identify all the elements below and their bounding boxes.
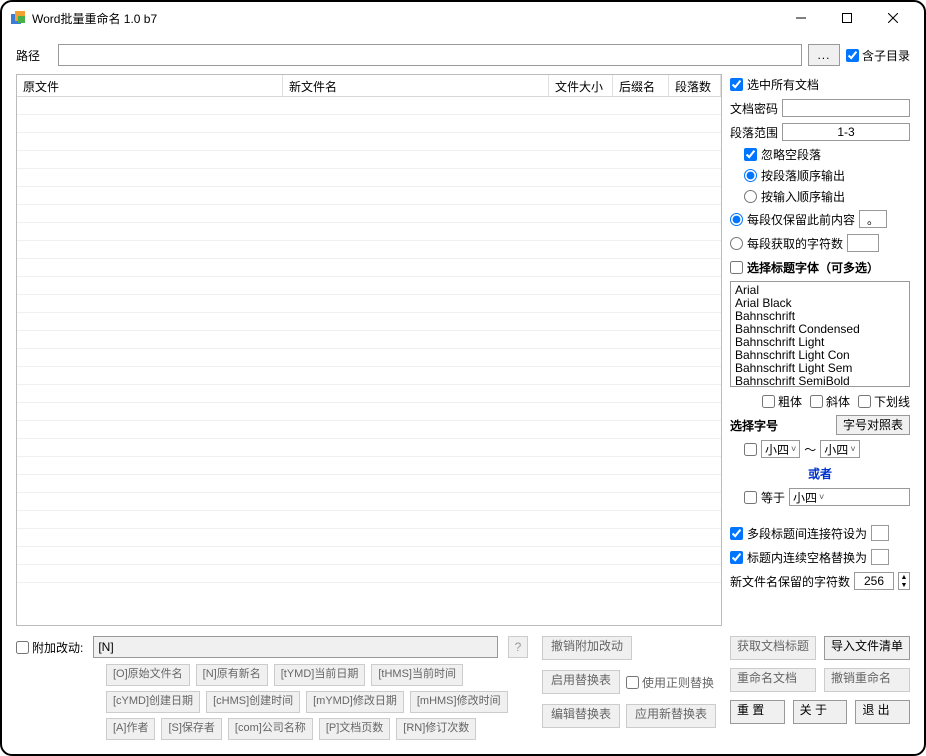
tag-button[interactable]: [mYMD]修改日期 [306, 691, 404, 713]
undo-rename-button[interactable]: 撤销重命名 [824, 668, 910, 692]
select-all-checkbox[interactable]: 选中所有文档 [730, 74, 910, 94]
radio-para-order[interactable]: 按段落顺序输出 [730, 167, 910, 184]
spaces-checkbox[interactable] [730, 551, 743, 564]
tag-button[interactable]: [O]原始文件名 [106, 664, 190, 686]
para-range-label: 段落范围 [730, 124, 778, 141]
or-label: 或者 [808, 465, 832, 482]
keep-before-input[interactable] [859, 210, 887, 228]
connector-input[interactable] [871, 525, 889, 541]
radio-keep-before[interactable] [730, 213, 743, 226]
chars-each-input[interactable] [847, 234, 879, 252]
size-equal-select[interactable]: 小四 [789, 488, 910, 506]
use-regex-checkbox[interactable]: 使用正则替换 [626, 674, 714, 691]
tag-button[interactable]: [cHMS]创建时间 [206, 691, 300, 713]
tag-button[interactable]: [mHMS]修改时间 [410, 691, 508, 713]
apply-replace-button[interactable]: 应用新替换表 [626, 704, 716, 728]
underline-checkbox[interactable]: 下划线 [858, 393, 910, 410]
minimize-button[interactable] [778, 3, 824, 33]
include-subdir-checkbox[interactable]: 含子目录 [846, 47, 910, 64]
tag-button[interactable]: [tHMS]当前时间 [371, 664, 463, 686]
size-to-select[interactable]: 小四 [820, 440, 859, 458]
size-from-select[interactable]: 小四 [761, 440, 800, 458]
tag-button[interactable]: [com]公司名称 [228, 718, 313, 740]
col-para[interactable]: 段落数 [669, 75, 721, 96]
font-option[interactable]: Bahnschrift SemiBold [735, 375, 905, 387]
col-ext[interactable]: 后缀名 [613, 75, 669, 96]
enable-replace-button[interactable]: 启用替换表 [542, 670, 620, 694]
doc-pwd-input[interactable] [782, 99, 910, 117]
tag-buttons: [O]原始文件名 [N]原有新名 [tYMD]当前日期[tHMS]当前时间 [cYMD… [16, 664, 528, 740]
tag-button[interactable]: [RN]修订次数 [396, 718, 476, 740]
radio-chars-each[interactable] [730, 237, 743, 250]
reset-button[interactable]: 重 置 [730, 700, 785, 724]
choose-font-checkbox[interactable]: 选择标题字体（可多选） [730, 257, 910, 277]
size-range-checkbox[interactable] [744, 443, 757, 456]
addmod-input[interactable] [93, 636, 498, 658]
italic-checkbox[interactable]: 斜体 [810, 393, 850, 410]
help-button[interactable]: ? [508, 636, 528, 658]
radio-input-order[interactable]: 按输入顺序输出 [730, 188, 910, 205]
table-body[interactable] [17, 97, 721, 625]
tag-button[interactable]: [A]作者 [106, 718, 155, 740]
rename-button[interactable]: 重命名文档 [730, 668, 816, 692]
spaces-input[interactable] [871, 549, 889, 565]
col-new[interactable]: 新文件名 [283, 75, 549, 96]
doc-pwd-label: 文档密码 [730, 100, 778, 117]
get-title-button[interactable]: 获取文档标题 [730, 636, 816, 660]
close-button[interactable] [870, 3, 916, 33]
para-range-input[interactable] [782, 123, 910, 141]
window-title: Word批量重命名 1.0 b7 [32, 10, 157, 27]
tag-button[interactable]: [S]保存者 [161, 718, 221, 740]
connector-checkbox[interactable] [730, 527, 743, 540]
tag-button[interactable]: [tYMD]当前日期 [274, 664, 366, 686]
side-panel: 选中所有文档 文档密码 段落范围 忽略空段落 按段落顺序输出 按输入顺序输出 每… [730, 74, 910, 626]
import-list-button[interactable]: 导入文件清单 [824, 636, 910, 660]
keepchars-label: 新文件名保留的字符数 [730, 573, 850, 590]
tag-button[interactable]: [N]原有新名 [196, 664, 268, 686]
keepchars-input[interactable]: 256 [854, 572, 894, 590]
maximize-button[interactable] [824, 3, 870, 33]
exit-button[interactable]: 退 出 [855, 700, 910, 724]
path-input[interactable] [58, 44, 802, 66]
tag-button[interactable]: [cYMD]创建日期 [106, 691, 200, 713]
browse-button[interactable]: ... [808, 44, 840, 66]
bold-checkbox[interactable]: 粗体 [762, 393, 802, 410]
tag-button[interactable]: [P]文档页数 [319, 718, 390, 740]
file-table: 原文件 新文件名 文件大小 后缀名 段落数 [16, 74, 722, 626]
app-icon [10, 10, 26, 26]
path-label: 路径 [16, 47, 52, 64]
col-original[interactable]: 原文件 [17, 75, 283, 96]
choose-size-label: 选择字号 [730, 417, 832, 434]
undo-addmod-button[interactable]: 撤销附加改动 [542, 636, 632, 660]
addmod-checkbox[interactable]: 附加改动: [16, 639, 83, 656]
ignore-empty-checkbox[interactable]: 忽略空段落 [730, 146, 910, 163]
keepchars-stepper[interactable]: ▲▼ [898, 572, 910, 590]
about-button[interactable]: 关 于 [793, 700, 848, 724]
col-size[interactable]: 文件大小 [549, 75, 613, 96]
titlebar: Word批量重命名 1.0 b7 [2, 2, 924, 34]
font-list[interactable]: ArialArial BlackBahnschriftBahnschrift C… [730, 281, 910, 387]
edit-replace-button[interactable]: 编辑替换表 [542, 704, 620, 728]
size-equal-checkbox[interactable] [744, 491, 757, 504]
size-table-button[interactable]: 字号对照表 [836, 415, 910, 435]
